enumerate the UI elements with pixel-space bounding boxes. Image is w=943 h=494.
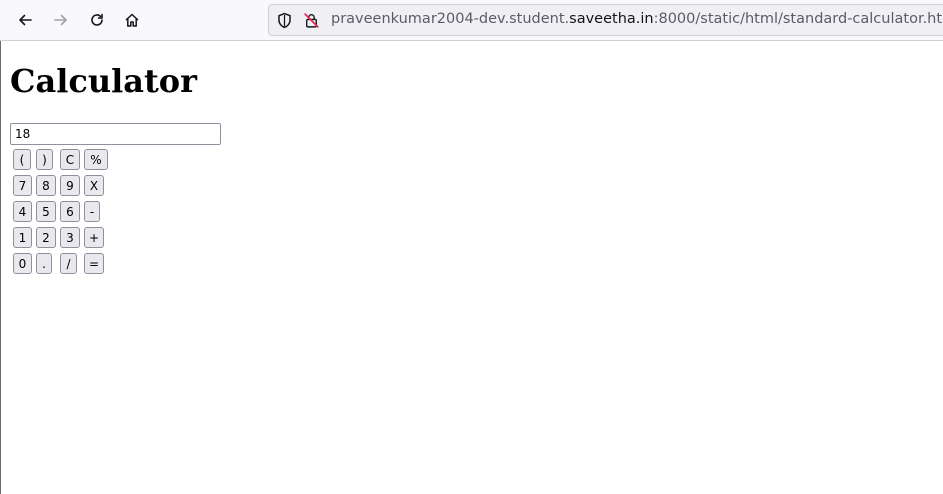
key-3[interactable]: 3 <box>60 227 80 248</box>
browser-toolbar: praveenkumar2004-dev.student.saveetha.in… <box>0 0 943 41</box>
page-content: Calculator ( ) C % 7 8 9 X 4 5 6 - 1 2 3… <box>0 41 943 494</box>
key-4[interactable]: 4 <box>13 201 32 222</box>
insecure-lock-icon[interactable] <box>303 12 320 29</box>
key-7[interactable]: 7 <box>13 175 32 196</box>
key-8[interactable]: 8 <box>36 175 56 196</box>
key-5[interactable]: 5 <box>36 201 56 222</box>
key-minus[interactable]: - <box>84 201 100 222</box>
key-2[interactable]: 2 <box>36 227 56 248</box>
url-text[interactable]: praveenkumar2004-dev.student.saveetha.in… <box>331 11 943 27</box>
key-plus[interactable]: + <box>84 227 104 248</box>
key-close-paren[interactable]: ) <box>36 149 53 170</box>
key-clear[interactable]: C <box>60 149 80 170</box>
url-prefix: praveenkumar2004-dev.student. <box>331 11 570 27</box>
key-1[interactable]: 1 <box>13 227 32 248</box>
key-9[interactable]: 9 <box>60 175 80 196</box>
key-equals[interactable]: = <box>84 253 104 274</box>
page-title: Calculator <box>10 62 197 100</box>
back-arrow-icon <box>19 14 32 26</box>
home-icon <box>125 13 139 27</box>
key-divide[interactable]: / <box>60 253 77 274</box>
calculator-display[interactable] <box>10 123 221 145</box>
key-open-paren[interactable]: ( <box>13 149 31 170</box>
key-multiply[interactable]: X <box>84 175 104 196</box>
home-button[interactable] <box>118 6 146 34</box>
url-host: saveetha.in <box>569 11 654 27</box>
reload-button[interactable] <box>83 6 111 34</box>
address-bar[interactable]: praveenkumar2004-dev.student.saveetha.in… <box>268 4 943 36</box>
key-0[interactable]: 0 <box>13 253 32 274</box>
url-suffix: :8000/static/html/standard-calculator.ht… <box>653 11 943 27</box>
reload-icon <box>91 13 103 26</box>
back-button[interactable] <box>11 6 39 34</box>
key-percent[interactable]: % <box>84 149 108 170</box>
forward-arrow-icon <box>54 14 67 26</box>
forward-button[interactable] <box>47 6 75 34</box>
key-6[interactable]: 6 <box>60 201 80 222</box>
shield-icon[interactable] <box>276 12 293 29</box>
key-decimal[interactable]: . <box>36 253 52 274</box>
